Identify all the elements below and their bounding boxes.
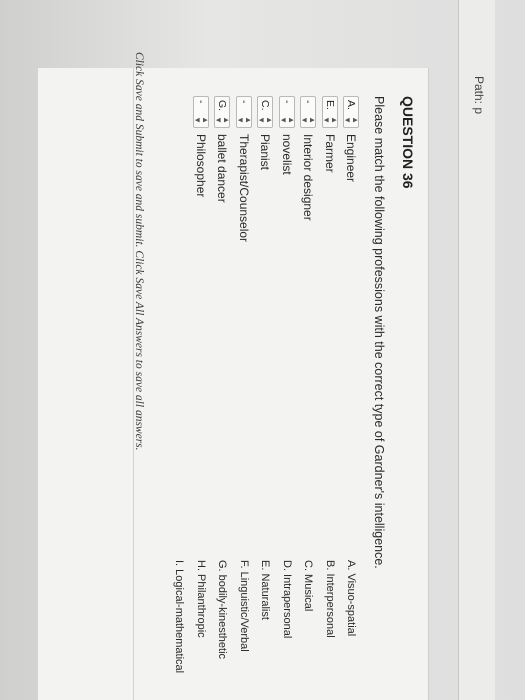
choice-item: E. Naturalist: [259, 560, 272, 620]
match-list: A. ▲ ▼ Engineer E. ▲ ▼ Farmer - ▲ ▼ Inte…: [190, 96, 362, 396]
profession-label: Farmer: [322, 134, 337, 173]
match-row: - ▲ ▼ Therapist/Counselor: [233, 96, 255, 396]
match-row: - ▲ ▼ novelist: [276, 96, 298, 396]
selected-value: C.: [259, 100, 272, 111]
match-row: - ▲ ▼ Philosopher: [190, 96, 212, 396]
selected-value: E.: [323, 100, 336, 110]
path-label: Path: p: [472, 76, 486, 115]
question-prompt: Please match the following professions w…: [372, 96, 386, 569]
stepper-arrows-icon: ▲ ▼: [235, 116, 253, 124]
match-row: A. ▲ ▼ Engineer: [341, 96, 363, 396]
match-row: - ▲ ▼ Interior designer: [298, 96, 320, 396]
selected-value: G.: [216, 100, 229, 112]
choice-item: H. Philanthropic: [194, 560, 207, 638]
choice-item: D. Intrapersonal: [280, 560, 293, 639]
answer-select[interactable]: - ▲ ▼: [235, 96, 253, 128]
question-panel: QUESTION 36 Please match the following p…: [38, 68, 429, 700]
match-row: E. ▲ ▼ Farmer: [319, 96, 341, 396]
profession-label: Philosopher: [193, 134, 208, 198]
stepper-arrows-icon: ▲ ▼: [278, 116, 296, 124]
answer-select[interactable]: E. ▲ ▼: [321, 96, 339, 128]
answer-select[interactable]: - ▲ ▼: [300, 96, 318, 128]
match-row: C. ▲ ▼ Pianist: [255, 96, 277, 396]
choice-item: A. Visuo-spatial: [345, 560, 358, 637]
answer-select[interactable]: - ▲ ▼: [192, 96, 210, 128]
answer-select[interactable]: C. ▲ ▼: [257, 96, 275, 128]
selected-value: -: [302, 100, 315, 104]
selected-value: -: [194, 100, 207, 104]
selected-value: A.: [345, 100, 358, 110]
question-title: QUESTION 36: [400, 96, 416, 189]
stepper-arrows-icon: ▲ ▼: [321, 116, 339, 124]
answer-select[interactable]: A. ▲ ▼: [343, 96, 361, 128]
profession-label: Engineer: [344, 134, 359, 183]
match-row: G. ▲ ▼ ballet dancer: [212, 96, 234, 396]
stepper-arrows-icon: ▲ ▼: [300, 116, 318, 124]
stepper-arrows-icon: ▲ ▼: [214, 116, 232, 124]
choice-item: G. bodily-kinesthetic: [216, 560, 229, 660]
selected-value: -: [237, 100, 250, 104]
profession-label: novelist: [279, 134, 294, 175]
selected-value: -: [280, 100, 293, 104]
profession-label: Therapist/Counselor: [236, 134, 251, 243]
choice-item: C. Musical: [302, 560, 315, 612]
stepper-arrows-icon: ▲ ▼: [192, 116, 210, 124]
answer-select[interactable]: G. ▲ ▼: [214, 96, 232, 128]
choice-item: B. Interpersonal: [323, 560, 336, 638]
choice-item: F. Linguistic/Verbal: [237, 560, 250, 652]
stepper-arrows-icon: ▲ ▼: [257, 116, 275, 124]
page: Path: p QUESTION 36 Please match the fol…: [0, 0, 525, 700]
profession-label: Pianist: [258, 134, 273, 171]
stepper-arrows-icon: ▲ ▼: [343, 116, 361, 124]
choice-item: I. Logical-mathematical: [173, 560, 186, 674]
profession-label: ballet dancer: [215, 134, 230, 203]
profession-label: Interior designer: [301, 134, 316, 221]
answer-select[interactable]: - ▲ ▼: [278, 96, 296, 128]
path-bar: Path: p: [458, 0, 495, 700]
choice-list: A. Visuo-spatial B. Interpersonal C. Mus…: [169, 560, 363, 700]
footer-instructions: Click Save and Submit to save and submit…: [133, 52, 145, 451]
rotated-canvas: Path: p QUESTION 36 Please match the fol…: [0, 0, 525, 700]
